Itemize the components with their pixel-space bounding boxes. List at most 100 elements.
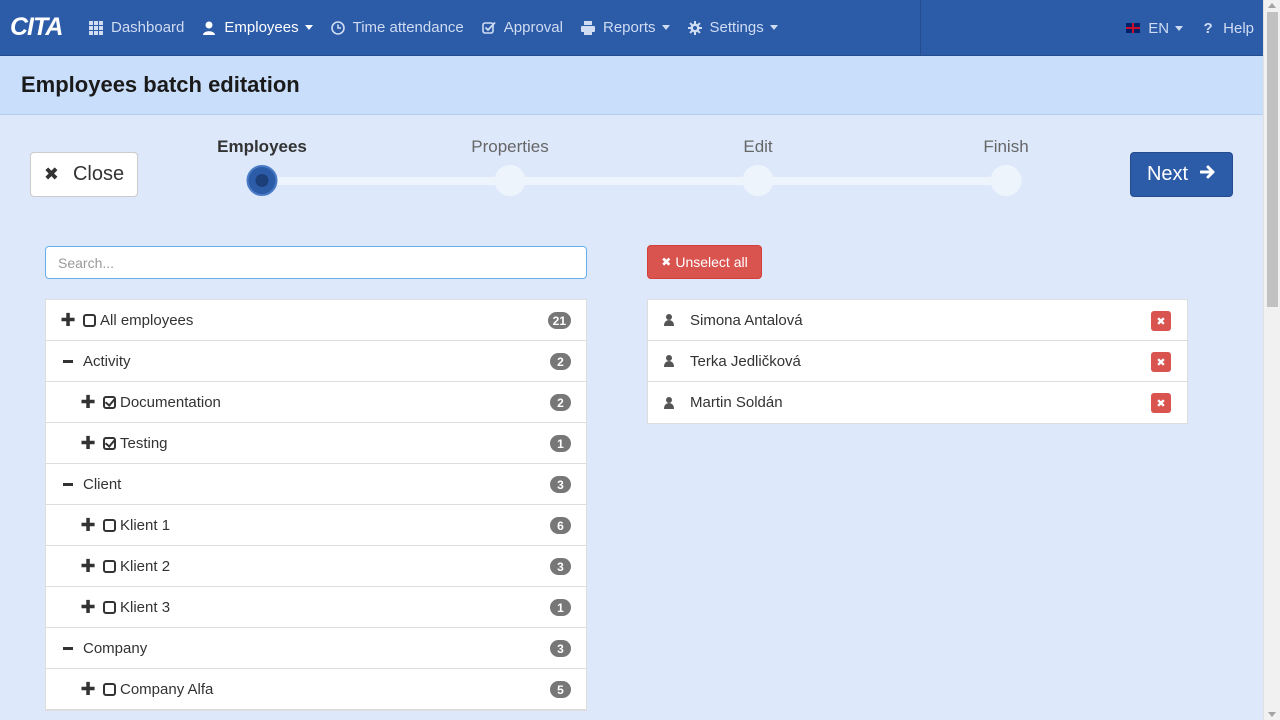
nav-item-time-attendance[interactable]: Time attendance (322, 0, 473, 56)
expand-plus-icon[interactable]: ✚ (60, 310, 75, 331)
expand-plus-icon[interactable]: ✚ (80, 556, 95, 577)
question-icon: ? (1203, 19, 1213, 37)
expand-plus-icon[interactable]: ✚ (80, 515, 95, 536)
selected-employee-row: Simona Antalová ✖ (648, 300, 1187, 341)
expand-plus-icon[interactable]: ✚ (80, 433, 95, 454)
page-scrollbar[interactable] (1263, 0, 1280, 720)
tree-row-klient-3[interactable]: ✚ Klient 3 1 (46, 587, 586, 628)
tree-row-label: Klient 3 (120, 598, 171, 616)
employee-name: Martin Soldán (690, 394, 783, 411)
tree-row-testing[interactable]: ✚ Testing 1 (46, 423, 586, 464)
collapse-minus-icon[interactable] (61, 483, 75, 486)
page-title: Employees batch editation (21, 72, 300, 97)
tree-row-activity[interactable]: Activity 2 (46, 341, 586, 382)
checkbox-empty[interactable] (103, 518, 116, 532)
wizard-step-label-finish: Finish (983, 137, 1029, 156)
employee-name: Simona Antalová (690, 311, 803, 329)
wizard-steps: Employees Properties Edit Finish (0, 130, 1263, 210)
wizard-step-label-properties: Properties (471, 137, 549, 156)
unselect-all-button[interactable]: ✖ Unselect all (647, 245, 762, 279)
wizard-track (262, 177, 1006, 185)
check-square-icon (481, 21, 496, 35)
count-badge: 3 (550, 476, 571, 493)
tree-row-label: Klient 2 (120, 557, 171, 575)
clock-icon (330, 20, 345, 35)
top-navbar: CITA Dashboard Employees Time attendance… (0, 0, 1263, 56)
gear-icon (687, 20, 702, 35)
nav-label-dashboard: Dashboard (111, 19, 185, 36)
employee-name: Terka Jedličková (690, 352, 801, 370)
page-header: Employees batch editation (0, 56, 1263, 115)
help-label: Help (1223, 19, 1254, 37)
nav-item-approval[interactable]: Approval (473, 0, 572, 56)
search-input[interactable] (45, 246, 587, 279)
tree-row-company[interactable]: Company 3 (46, 628, 586, 669)
collapse-minus-icon[interactable] (61, 647, 75, 650)
selected-employee-row: Martin Soldán ✖ (648, 382, 1187, 423)
wizard-step-label-employees: Employees (217, 137, 307, 156)
count-badge: 2 (550, 353, 571, 370)
expand-plus-icon[interactable]: ✚ (80, 679, 95, 700)
tree-row-label: Activity (83, 352, 131, 370)
grid-icon (89, 20, 103, 35)
scrollbar-thumb[interactable] (1267, 12, 1278, 307)
language-selector[interactable]: EN (1117, 0, 1192, 56)
nav-label-settings: Settings (709, 19, 764, 36)
close-button[interactable]: ✖ Close (30, 152, 138, 197)
logo-text: CITA (10, 13, 63, 41)
remove-employee-button[interactable]: ✖ (1151, 352, 1171, 372)
expand-plus-icon[interactable]: ✚ (80, 392, 95, 413)
collapse-minus-icon[interactable] (61, 360, 75, 363)
tree-row-klient-1[interactable]: ✚ Klient 1 6 (46, 505, 586, 546)
count-badge: 3 (550, 640, 571, 657)
tree-row-client[interactable]: Client 3 (46, 464, 586, 505)
tree-row-documentation[interactable]: ✚ Documentation 2 (46, 382, 586, 423)
count-badge: 1 (550, 599, 571, 616)
nav-item-dashboard[interactable]: Dashboard (80, 0, 193, 56)
unselect-all-label: Unselect all (675, 254, 748, 270)
user-icon (663, 355, 675, 367)
expand-plus-icon[interactable]: ✚ (80, 597, 95, 618)
checkbox-checked[interactable] (103, 436, 116, 450)
nav-label-approval: Approval (503, 19, 563, 36)
employee-group-tree: ✚ All employees 21 Activity 2 ✚ Document… (45, 299, 587, 711)
scroll-down-arrow-icon[interactable] (1268, 712, 1276, 717)
printer-icon (580, 20, 595, 35)
tree-row-label: Company Alfa (120, 680, 214, 698)
navbar-divider (920, 0, 921, 56)
nav-label-time-attendance: Time attendance (352, 19, 464, 36)
help-link[interactable]: ? Help (1192, 0, 1263, 56)
language-label: EN (1148, 19, 1170, 37)
selected-employees-list: Simona Antalová ✖ Terka Jedličková ✖ Mar… (647, 299, 1188, 424)
checkbox-empty[interactable] (103, 682, 116, 696)
navbar-right: EN ? Help (1117, 0, 1263, 56)
tree-row-company-alfa[interactable]: ✚ Company Alfa 5 (46, 669, 586, 710)
wizard-step-dot-edit[interactable] (742, 165, 774, 196)
tree-row-label: Client (83, 475, 122, 493)
wizard-step-dot-finish[interactable] (990, 165, 1022, 196)
remove-employee-button[interactable]: ✖ (1151, 311, 1171, 331)
next-button[interactable]: Next (1130, 152, 1233, 197)
scroll-up-arrow-icon[interactable] (1268, 3, 1276, 8)
checkbox-empty[interactable] (103, 559, 116, 573)
chevron-down-icon (1175, 25, 1184, 31)
checkbox-checked[interactable] (103, 395, 116, 409)
checkbox-empty[interactable] (103, 600, 116, 614)
nav-item-settings[interactable]: Settings (679, 0, 787, 56)
tree-row-label: Documentation (120, 393, 221, 411)
checkbox-empty[interactable] (83, 313, 96, 327)
close-button-label: Close (72, 163, 125, 185)
wizard-step-dot-properties[interactable] (494, 165, 526, 196)
arrow-right-icon (1199, 163, 1216, 186)
app-logo[interactable]: CITA (0, 0, 80, 56)
tree-row-all-employees[interactable]: ✚ All employees 21 (46, 300, 586, 341)
nav-item-reports[interactable]: Reports (572, 0, 679, 56)
remove-employee-button[interactable]: ✖ (1151, 393, 1171, 413)
user-icon (663, 314, 675, 326)
nav-label-reports: Reports (602, 19, 656, 36)
wizard-step-dot-employees[interactable] (246, 165, 278, 196)
uk-flag-icon (1126, 23, 1141, 33)
user-icon (663, 396, 675, 409)
nav-item-employees[interactable]: Employees (193, 0, 321, 56)
tree-row-klient-2[interactable]: ✚ Klient 2 3 (46, 546, 586, 587)
